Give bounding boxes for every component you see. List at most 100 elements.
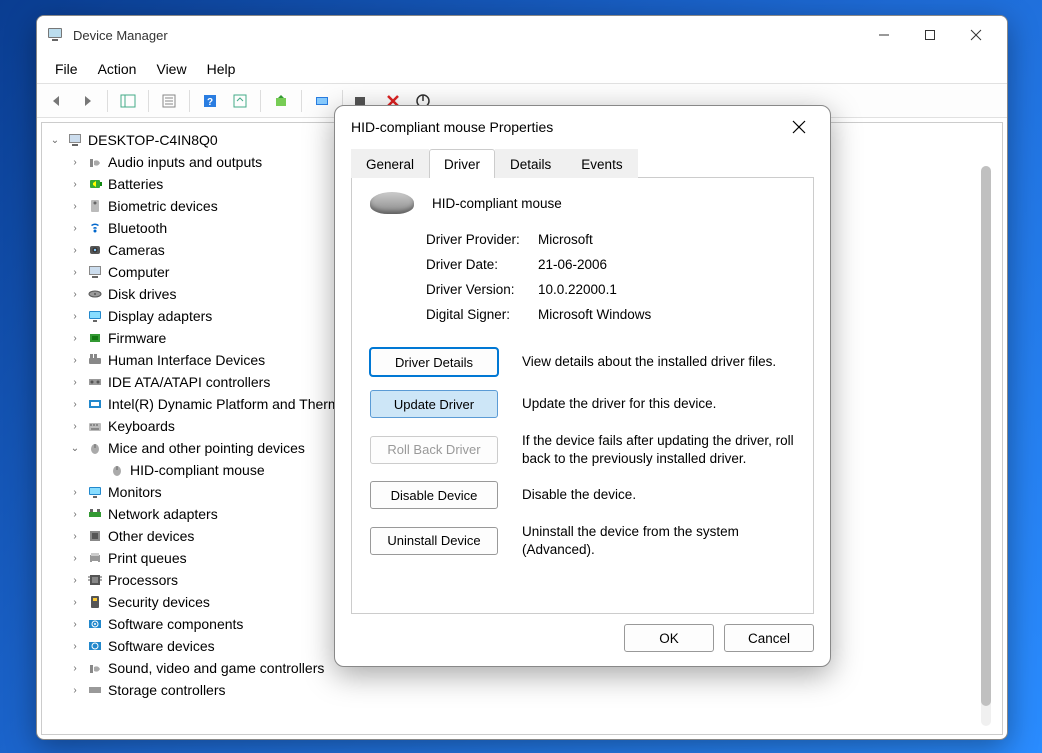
disable-device-button[interactable]: Disable Device <box>370 481 498 509</box>
category-label: Other devices <box>108 528 194 544</box>
category-label: Disk drives <box>108 286 176 302</box>
computer-icon <box>66 131 84 149</box>
minimize-button[interactable] <box>861 19 907 51</box>
category-icon <box>86 373 104 391</box>
category-icon <box>86 263 104 281</box>
properties-dialog: HID-compliant mouse Properties General D… <box>334 105 831 667</box>
forward-button[interactable] <box>73 87 101 115</box>
disable-device-desc: Disable the device. <box>522 486 795 504</box>
category-label: Audio inputs and outputs <box>108 154 262 170</box>
version-value: 10.0.22000.1 <box>538 282 617 297</box>
chevron-right-icon[interactable]: › <box>68 333 82 344</box>
rollback-driver-button: Roll Back Driver <box>370 436 498 464</box>
update-driver-button[interactable]: Update Driver <box>370 390 498 418</box>
chevron-right-icon[interactable]: › <box>68 597 82 608</box>
chevron-right-icon[interactable]: › <box>68 157 82 168</box>
chevron-right-icon[interactable]: › <box>68 399 82 410</box>
category-label: Network adapters <box>108 506 218 522</box>
chevron-right-icon[interactable]: › <box>68 641 82 652</box>
ok-button[interactable]: OK <box>624 624 714 652</box>
help-button[interactable]: ? <box>196 87 224 115</box>
tab-bar: General Driver Details Events <box>351 148 814 178</box>
dialog-titlebar[interactable]: HID-compliant mouse Properties <box>335 106 830 148</box>
chevron-down-icon[interactable]: ⌄ <box>48 135 62 146</box>
show-hide-tree-button[interactable] <box>114 87 142 115</box>
category-label: Security devices <box>108 594 210 610</box>
scan-hardware-button[interactable] <box>308 87 336 115</box>
chevron-right-icon[interactable]: › <box>68 619 82 630</box>
signer-label: Digital Signer: <box>426 307 538 322</box>
scroll-thumb[interactable] <box>981 166 991 706</box>
category-label: Biometric devices <box>108 198 218 214</box>
tab-events[interactable]: Events <box>566 149 637 178</box>
chevron-right-icon[interactable]: › <box>68 421 82 432</box>
maximize-button[interactable] <box>907 19 953 51</box>
category-label: Bluetooth <box>108 220 167 236</box>
category-icon <box>86 527 104 545</box>
category-icon <box>86 681 104 699</box>
category-icon <box>86 483 104 501</box>
chevron-right-icon[interactable]: › <box>68 663 82 674</box>
category-icon <box>86 395 104 413</box>
chevron-down-icon[interactable]: ⌄ <box>68 443 82 454</box>
menu-file[interactable]: File <box>45 57 88 81</box>
mouse-icon <box>108 461 126 479</box>
category-icon <box>86 593 104 611</box>
chevron-right-icon[interactable]: › <box>68 553 82 564</box>
chevron-right-icon[interactable]: › <box>68 223 82 234</box>
tree-category[interactable]: ›Storage controllers <box>46 679 998 701</box>
category-label: Human Interface Devices <box>108 352 265 368</box>
chevron-right-icon[interactable]: › <box>68 179 82 190</box>
menu-action[interactable]: Action <box>88 57 147 81</box>
properties-button[interactable] <box>155 87 183 115</box>
update-driver-desc: Update the driver for this device. <box>522 395 795 413</box>
category-label: Batteries <box>108 176 163 192</box>
chevron-right-icon[interactable]: › <box>68 267 82 278</box>
chevron-right-icon[interactable]: › <box>68 201 82 212</box>
mouse-icon <box>370 192 414 214</box>
uninstall-device-desc: Uninstall the device from the system (Ad… <box>522 523 795 558</box>
chevron-right-icon[interactable]: › <box>68 311 82 322</box>
root-label: DESKTOP-C4IN8Q0 <box>88 132 218 148</box>
category-icon <box>86 637 104 655</box>
chevron-right-icon[interactable]: › <box>68 531 82 542</box>
app-icon <box>45 25 65 45</box>
chevron-right-icon[interactable]: › <box>68 245 82 256</box>
provider-label: Driver Provider: <box>426 232 538 247</box>
chevron-right-icon[interactable]: › <box>68 509 82 520</box>
chevron-right-icon[interactable]: › <box>68 377 82 388</box>
category-icon <box>86 329 104 347</box>
device-label: HID-compliant mouse <box>130 462 265 478</box>
titlebar[interactable]: Device Manager <box>37 16 1007 54</box>
category-label: Keyboards <box>108 418 175 434</box>
chevron-right-icon[interactable]: › <box>68 685 82 696</box>
menu-help[interactable]: Help <box>197 57 246 81</box>
tab-details[interactable]: Details <box>495 149 566 178</box>
category-icon <box>86 219 104 237</box>
back-button[interactable] <box>43 87 71 115</box>
action-button[interactable] <box>226 87 254 115</box>
category-label: Display adapters <box>108 308 212 324</box>
chevron-right-icon[interactable]: › <box>68 289 82 300</box>
category-icon <box>86 241 104 259</box>
category-label: Sound, video and game controllers <box>108 660 324 676</box>
tab-driver[interactable]: Driver <box>429 149 495 178</box>
category-icon <box>86 439 104 457</box>
tab-general[interactable]: General <box>351 149 429 178</box>
uninstall-device-button[interactable]: Uninstall Device <box>370 527 498 555</box>
category-icon <box>86 153 104 171</box>
chevron-right-icon[interactable]: › <box>68 487 82 498</box>
scrollbar[interactable] <box>981 166 991 726</box>
category-icon <box>86 307 104 325</box>
menu-view[interactable]: View <box>146 57 196 81</box>
date-value: 21-06-2006 <box>538 257 607 272</box>
close-button[interactable] <box>953 19 999 51</box>
category-label: Monitors <box>108 484 162 500</box>
cancel-button[interactable]: Cancel <box>724 624 814 652</box>
window-title: Device Manager <box>73 28 168 43</box>
driver-details-button[interactable]: Driver Details <box>370 348 498 376</box>
update-driver-button[interactable] <box>267 87 295 115</box>
chevron-right-icon[interactable]: › <box>68 355 82 366</box>
close-icon[interactable] <box>784 112 814 142</box>
chevron-right-icon[interactable]: › <box>68 575 82 586</box>
